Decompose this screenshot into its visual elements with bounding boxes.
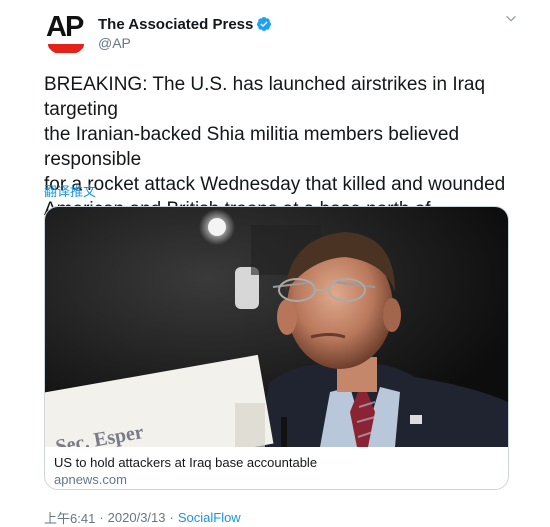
ap-logo: AP [46,12,84,43]
card-image: Sec. Esper [45,207,508,447]
avatar[interactable]: AP [44,12,88,56]
tweet-header: AP The Associated Press @AP [44,12,518,56]
chevron-down-icon[interactable] [504,12,518,26]
display-name[interactable]: The Associated Press [98,16,253,33]
verified-badge-icon [257,17,272,31]
translate-tweet-link[interactable]: 翻译推文 [44,181,96,200]
card-domain: apnews.com [54,472,127,487]
account-names: The Associated Press @AP [98,14,272,51]
ap-logo-red-bar [48,44,84,53]
card-title[interactable]: US to hold attackers at Iraq base accoun… [54,455,317,470]
handle[interactable]: @AP [98,35,272,51]
tweet-meta: 上午6:41 · 2020/3/13 · SocialFlow [44,508,241,527]
link-card[interactable]: Sec. Esper US to hold attackers at Iraq … [44,206,509,490]
tweet-time[interactable]: 上午6:41 [44,508,95,527]
